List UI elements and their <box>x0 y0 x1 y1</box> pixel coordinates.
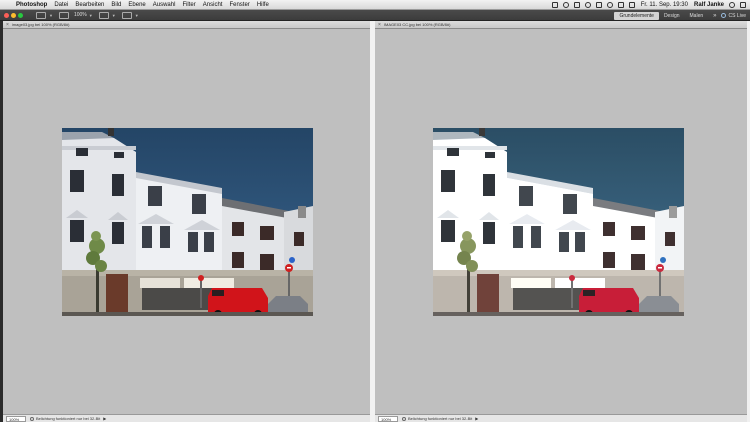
close-icon[interactable]: × <box>378 22 381 28</box>
menu-ansicht[interactable]: Ansicht <box>203 0 223 10</box>
more-workspaces-button[interactable]: » <box>713 13 716 19</box>
menu-filter[interactable]: Filter <box>182 0 195 10</box>
battery-icon[interactable] <box>628 2 635 8</box>
menu-bearbeiten[interactable]: Bearbeiten <box>75 0 104 10</box>
menu-status-area: Fr. 11. Sep. 19:30 Ralf Janke <box>547 0 746 10</box>
menu-fenster[interactable]: Fenster <box>229 0 249 10</box>
clock[interactable]: Fr. 11. Sep. 19:30 <box>641 0 688 10</box>
document-canvas[interactable] <box>375 29 747 414</box>
menu-ebene[interactable]: Ebene <box>128 0 145 10</box>
zoom-tool-icon[interactable] <box>58 11 69 19</box>
menu-auswahl[interactable]: Auswahl <box>153 0 176 10</box>
minimize-icon[interactable] <box>11 12 16 18</box>
workspace-grundelemente[interactable]: Grundelemente <box>614 11 659 20</box>
arrange-documents-icon[interactable] <box>121 11 132 19</box>
sync-icon[interactable] <box>562 2 569 8</box>
document-tab-title: image03.jpg bei 100% (RGB/8#) <box>11 22 70 27</box>
chevron-down-icon[interactable]: ▼ <box>49 13 53 18</box>
photo-original[interactable] <box>62 128 313 318</box>
wifi-icon[interactable] <box>606 2 613 8</box>
zoom-field[interactable]: 100% <box>378 415 398 422</box>
zoom-icon[interactable] <box>18 12 23 18</box>
cs-live-button[interactable]: CS Live <box>721 13 746 19</box>
zoom-field[interactable]: 100% <box>6 415 26 422</box>
close-icon[interactable] <box>4 12 9 18</box>
window-controls <box>4 12 25 18</box>
volume-icon[interactable] <box>617 2 624 8</box>
dropbox-icon[interactable] <box>573 2 580 8</box>
photo-color-corrected[interactable] <box>433 128 684 318</box>
time-machine-icon[interactable] <box>584 2 591 8</box>
info-icon <box>402 416 406 421</box>
cs-live-label: CS Live <box>728 12 746 19</box>
menu-hilfe[interactable]: Hilfe <box>257 0 269 10</box>
workspace-switcher: Grundelemente Design Malen » CS Live <box>614 10 750 21</box>
screen-mode-icon[interactable] <box>98 11 109 19</box>
document-status-bar: 100% Belichtung funktioniert nur bei 32-… <box>3 414 370 422</box>
close-icon[interactable]: × <box>6 22 9 28</box>
hand-tool-icon[interactable] <box>36 11 46 19</box>
info-icon <box>30 416 34 421</box>
menu-app-photoshop[interactable]: Photoshop <box>16 0 47 10</box>
spotlight-icon[interactable] <box>729 2 735 8</box>
chevron-right-icon[interactable]: ▶ <box>103 416 106 421</box>
menu-datei[interactable]: Datei <box>54 0 68 10</box>
bluetooth-icon[interactable] <box>595 2 602 8</box>
document-tab[interactable]: × image03.jpg bei 100% (RGB/8#) <box>3 21 370 29</box>
document-canvas[interactable] <box>3 29 370 414</box>
chevron-down-icon[interactable]: ▼ <box>89 13 93 18</box>
document-status-bar: 100% Belichtung funktioniert nur bei 32-… <box>375 414 747 422</box>
cs-live-icon <box>721 13 727 18</box>
chevron-down-icon[interactable]: ▼ <box>135 13 139 18</box>
cloud-icon[interactable] <box>551 2 558 8</box>
menu-bild[interactable]: Bild <box>111 0 121 10</box>
menu-bar: Photoshop Datei Bearbeiten Bild Ebene Au… <box>0 0 750 10</box>
zoom-level-select[interactable]: 100% <box>74 12 87 18</box>
chevron-down-icon[interactable]: ▼ <box>112 13 116 18</box>
status-text: Belichtung funktioniert nur bei 32-Bit <box>36 416 101 421</box>
document-window-left: × image03.jpg bei 100% (RGB/8#) 100% Bel… <box>3 21 370 422</box>
notification-icon[interactable] <box>740 2 746 8</box>
options-bar: ▼ 100% ▼ ▼ ▼ Grundelemente Design Malen … <box>0 10 750 21</box>
workspace-design[interactable]: Design <box>659 12 685 20</box>
document-tab-title: IMAGE03 CC.jpg bei 100% (RGB/8#) <box>383 22 451 27</box>
status-text: Belichtung funktioniert nur bei 32-Bit <box>408 416 473 421</box>
document-window-right: × IMAGE03 CC.jpg bei 100% (RGB/8#) 100% … <box>375 21 747 422</box>
workspace-malen[interactable]: Malen <box>685 12 709 20</box>
document-tab[interactable]: × IMAGE03 CC.jpg bei 100% (RGB/8#) <box>375 21 747 29</box>
chevron-right-icon[interactable]: ▶ <box>475 416 478 421</box>
user-name[interactable]: Ralf Janke <box>694 0 724 10</box>
